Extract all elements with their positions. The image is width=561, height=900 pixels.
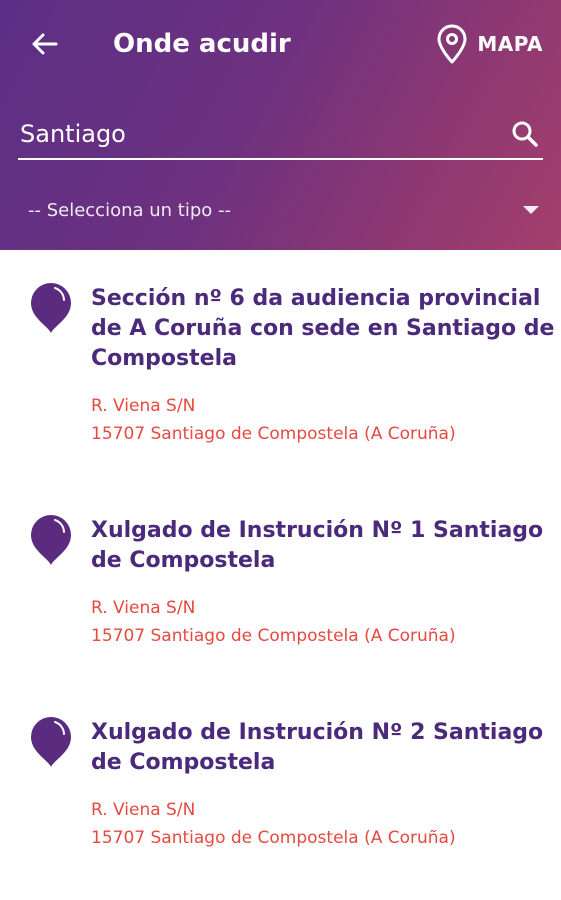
map-pin-icon xyxy=(437,24,467,64)
arrow-left-icon xyxy=(32,33,58,55)
result-title: Xulgado de Instrución Nº 2 Santiago de C… xyxy=(91,720,544,775)
back-button[interactable] xyxy=(24,26,64,62)
search-button[interactable] xyxy=(507,114,543,154)
results-list: Sección nº 6 da audiencia provincial de … xyxy=(0,250,561,856)
map-button-label: MAPA xyxy=(477,32,543,56)
page-title: Onde acudir xyxy=(113,29,291,59)
search-icon xyxy=(512,121,538,147)
result-street: R. Viena S/N xyxy=(91,396,196,416)
map-button[interactable]: MAPA xyxy=(435,22,543,66)
location-pin-icon xyxy=(31,515,71,565)
type-select[interactable]: -- Selecciona un tipo -- xyxy=(18,190,543,230)
dropdown-caret-icon xyxy=(523,206,539,214)
result-street: R. Viena S/N xyxy=(91,800,196,820)
location-pin-icon xyxy=(31,717,71,767)
result-title: Xulgado de Instrución Nº 1 Santiago de C… xyxy=(91,518,544,573)
app-header: Onde acudir MAPA -- Selecciona un tipo -… xyxy=(0,0,561,250)
result-street: R. Viena S/N xyxy=(91,598,196,618)
type-select-value: -- Selecciona un tipo -- xyxy=(28,199,232,221)
result-city: 15707 Santiago de Compostela (A Coruña) xyxy=(91,424,456,444)
search-bar xyxy=(18,110,543,160)
search-input[interactable] xyxy=(18,114,507,154)
list-item[interactable]: Xulgado de Instrución Nº 1 Santiago de C… xyxy=(0,452,561,654)
result-title: Sección nº 6 da audiencia provincial de … xyxy=(91,286,555,371)
location-pin-icon xyxy=(31,283,71,333)
list-item[interactable]: Sección nº 6 da audiencia provincial de … xyxy=(0,250,561,452)
result-city: 15707 Santiago de Compostela (A Coruña) xyxy=(91,626,456,646)
list-item[interactable]: Xulgado de Instrución Nº 2 Santiago de C… xyxy=(0,654,561,856)
result-city: 15707 Santiago de Compostela (A Coruña) xyxy=(91,828,456,848)
